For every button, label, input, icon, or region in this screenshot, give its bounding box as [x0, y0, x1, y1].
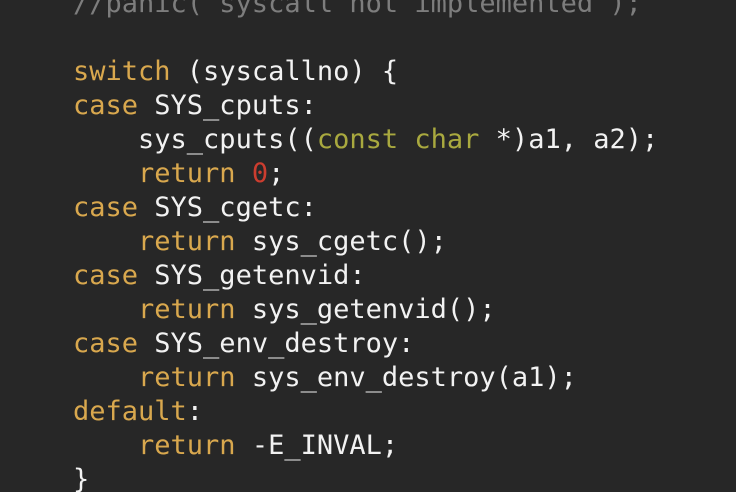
- code-keyword: return: [138, 226, 236, 257]
- code-line: }: [73, 463, 89, 492]
- code-keyword: case: [73, 90, 139, 121]
- code-line: return 0;: [73, 157, 284, 191]
- code-keyword: case: [73, 192, 139, 223]
- code-line: return sys_env_destroy(a1);: [73, 361, 577, 395]
- code-keyword: return: [138, 362, 236, 393]
- code-text: SYS_env_destroy:: [138, 328, 415, 359]
- code-text: sys_getenvid();: [235, 294, 496, 325]
- code-text: -E_INVAL;: [235, 430, 399, 461]
- code-text: ;: [268, 158, 285, 189]
- code-text: sys_cgetc();: [235, 226, 447, 257]
- code-text: SYS_cputs:: [138, 90, 317, 121]
- code-keyword: switch: [73, 56, 171, 87]
- code-line: case SYS_env_destroy:: [73, 327, 414, 361]
- code-line: case SYS_cgetc:: [73, 191, 317, 225]
- code-type: const: [316, 124, 399, 155]
- code-text: SYS_cgetc:: [138, 192, 317, 223]
- code-comment: //panic("syscall not implemented");: [73, 0, 642, 19]
- code-text: (syscallno) {: [170, 56, 399, 87]
- code-line: case SYS_getenvid:: [73, 259, 366, 293]
- code-keyword: return: [138, 294, 236, 325]
- code-text: :: [186, 396, 204, 427]
- code-text: }: [73, 464, 90, 492]
- code-line: default:: [73, 395, 203, 429]
- code-line: return -E_INVAL;: [73, 429, 398, 463]
- code-line: return sys_cgetc();: [73, 225, 447, 259]
- code-keyword: return: [138, 430, 236, 461]
- code-editor[interactable]: //panic("syscall not implemented"); switc…: [0, 0, 736, 492]
- code-text: sys_env_destroy(a1);: [235, 362, 577, 393]
- code-number: 0: [251, 158, 269, 189]
- code-line: sys_cputs((const char *)a1, a2);: [73, 123, 658, 157]
- code-line: //panic("syscall not implemented");: [73, 0, 642, 21]
- code-line: switch (syscallno) {: [73, 55, 398, 89]
- code-text: *)a1, a2);: [479, 124, 659, 155]
- code-line: return sys_getenvid();: [73, 293, 496, 327]
- code-text: sys_cputs((: [138, 124, 317, 155]
- code-type: char: [414, 124, 480, 155]
- code-keyword: case: [73, 260, 139, 291]
- code-keyword: case: [73, 328, 139, 359]
- code-text: SYS_getenvid:: [138, 260, 366, 291]
- code-keyword: return: [138, 158, 236, 189]
- code-keyword: default: [73, 396, 187, 427]
- code-line: case SYS_cputs:: [73, 89, 317, 123]
